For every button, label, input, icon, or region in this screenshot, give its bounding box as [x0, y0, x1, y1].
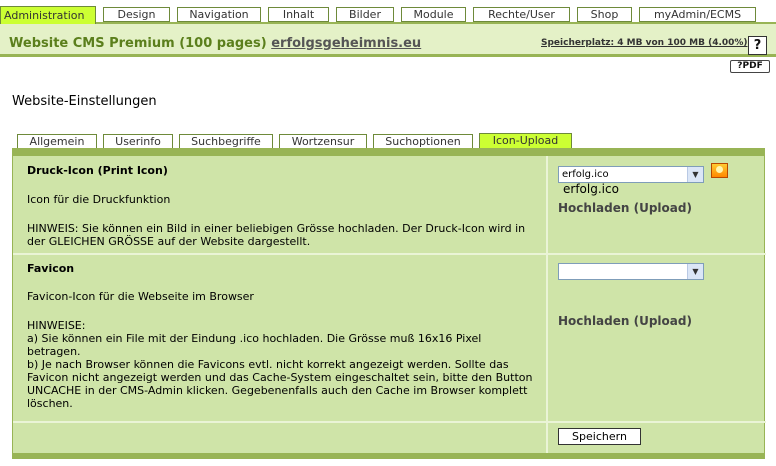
print-icon-select[interactable]: erfolg.ico ▼: [558, 166, 704, 183]
subtab-wortzensur[interactable]: Wortzensur: [279, 134, 367, 149]
page-title: Website-Einstellungen: [12, 94, 157, 109]
site-domain-link[interactable]: erfolgsgeheimnis.eu: [271, 36, 421, 51]
print-icon-select-value: erfolg.ico: [562, 169, 609, 180]
print-icon-upload-link[interactable]: Hochladen (Upload): [558, 201, 692, 215]
chevron-down-icon[interactable]: ▼: [687, 264, 703, 279]
favicon-notes: HINWEISE: a) Sie können ein File mit der…: [27, 319, 537, 410]
favicon-note-a: a) Sie können ein File mit der Eindung .…: [27, 332, 482, 358]
subtab-suchbegriffe[interactable]: Suchbegriffe: [179, 134, 273, 149]
tab-shop[interactable]: Shop: [577, 7, 632, 22]
subtab-underline: [12, 148, 765, 156]
tab-module[interactable]: Module: [401, 7, 466, 22]
row-divider: [13, 253, 766, 255]
storage-info[interactable]: Speicherplatz: 4 MB von 100 MB (4.00%): [541, 38, 748, 48]
pdf-help-button[interactable]: ?PDF: [730, 60, 770, 73]
favicon-title: Favicon: [27, 262, 75, 275]
tab-bilder[interactable]: Bilder: [336, 7, 394, 22]
site-title: Website CMS Premium (100 pages) erfolgsg…: [9, 36, 421, 51]
subtab-allgemein[interactable]: Allgemein: [17, 134, 97, 149]
tab-rechte-user[interactable]: Rechte/User: [473, 7, 570, 22]
header-bar: Website CMS Premium (100 pages) erfolgsg…: [0, 24, 776, 57]
tab-inhalt[interactable]: Inhalt: [268, 7, 329, 22]
subtab-suchoptionen[interactable]: Suchoptionen: [373, 134, 473, 149]
print-icon-note: HINWEIS: Sie können ein Bild in einer be…: [27, 222, 526, 248]
print-icon-title: Druck-Icon (Print Icon): [27, 164, 168, 177]
print-sun-icon: [711, 163, 728, 178]
print-icon-description: Icon für die Druckfunktion: [27, 193, 171, 206]
favicon-upload-link[interactable]: Hochladen (Upload): [558, 314, 692, 328]
site-plan-label: Website CMS Premium (100 pages): [9, 36, 267, 51]
favicon-notes-heading: HINWEISE:: [27, 319, 86, 332]
icon-upload-panel: Druck-Icon (Print Icon) Icon für die Dru…: [12, 156, 766, 453]
chevron-down-icon[interactable]: ▼: [687, 167, 703, 182]
tab-navigation[interactable]: Navigation: [177, 7, 261, 22]
top-nav: Administration Design Navigation Inhalt …: [0, 0, 776, 24]
tab-myadmin-ecms[interactable]: myAdmin/ECMS: [639, 7, 756, 22]
subtab-userinfo[interactable]: Userinfo: [103, 134, 173, 149]
tab-administration[interactable]: Administration: [0, 6, 96, 24]
row-divider: [13, 421, 766, 423]
favicon-select[interactable]: ▼: [558, 263, 704, 280]
panel-bottom-border: [12, 453, 765, 459]
favicon-note-b: b) Je nach Browser können die Favicons e…: [27, 358, 533, 410]
favicon-description: Favicon-Icon für die Webseite im Browser: [27, 290, 254, 303]
save-button[interactable]: Speichern: [558, 428, 641, 445]
column-divider: [546, 156, 548, 453]
print-icon-current-file: erfolg.ico: [563, 182, 619, 196]
tab-design[interactable]: Design: [103, 7, 170, 22]
help-button[interactable]: ?: [748, 36, 767, 55]
